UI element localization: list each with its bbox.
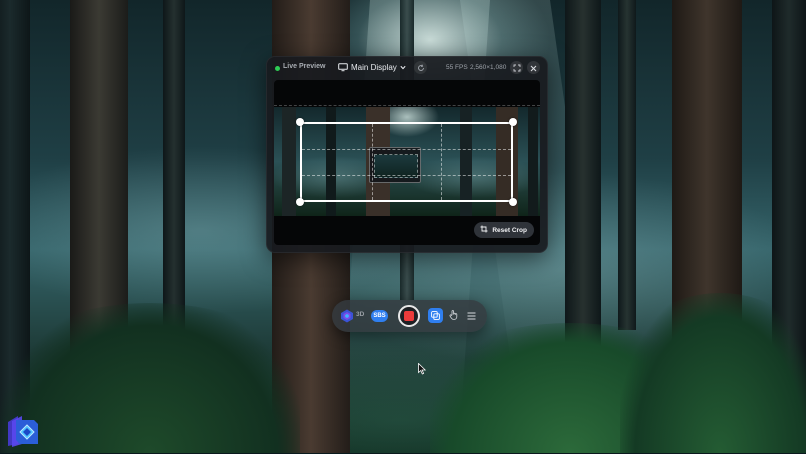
mouse-cursor-icon	[418, 362, 427, 380]
crop-gridline	[302, 174, 511, 176]
crop-handle-top-left[interactable]	[296, 118, 304, 126]
display-selector-label: Main Display	[351, 63, 397, 72]
display-selector[interactable]: Main Display	[338, 61, 406, 74]
crop-gridline	[302, 149, 511, 151]
reset-crop-label: Reset Crop	[492, 226, 527, 234]
app-logo-icon	[340, 309, 354, 323]
capture-toolbar: 3D SBS	[332, 300, 487, 332]
pointer-mode-button[interactable]	[446, 308, 461, 323]
crop-reset-icon	[480, 225, 488, 235]
undergrowth	[0, 303, 300, 453]
preview-titlebar[interactable]: Live Preview Main Display 55 FPS 2,560×1…	[267, 57, 547, 79]
reset-crop-button[interactable]: Reset Crop	[474, 222, 534, 238]
live-preview-window: Live Preview Main Display 55 FPS 2,560×1…	[266, 56, 548, 253]
expand-button[interactable]	[510, 61, 523, 74]
preview-canvas[interactable]: Reset Crop	[274, 80, 540, 245]
crop-gridline	[441, 124, 443, 200]
live-preview-label: Live Preview	[283, 63, 326, 70]
tree-trunk	[163, 0, 185, 330]
menu-button[interactable]	[464, 308, 479, 323]
crop-handle-top-right[interactable]	[509, 118, 517, 126]
mode-3d-toggle[interactable]: 3D	[356, 311, 364, 318]
expand-icon	[513, 59, 521, 77]
record-icon	[404, 311, 414, 321]
live-status-dot	[275, 66, 280, 71]
mode-sbs-toggle[interactable]: SBS	[371, 310, 388, 322]
crop-gridline	[371, 124, 373, 200]
capture-window-button[interactable]	[428, 308, 443, 323]
capture-window-icon	[431, 307, 440, 325]
crop-handle-bottom-right[interactable]	[509, 198, 517, 206]
undergrowth	[620, 293, 806, 453]
hand-pointer-icon	[449, 307, 458, 325]
chevron-down-icon	[400, 65, 406, 70]
menu-icon	[467, 307, 476, 325]
refresh-button[interactable]	[414, 61, 427, 74]
close-button[interactable]	[527, 61, 540, 74]
crop-rectangle[interactable]	[300, 122, 513, 202]
fps-readout: 55 FPS	[446, 64, 468, 71]
record-button[interactable]	[398, 305, 420, 327]
close-icon	[530, 59, 537, 77]
resolution-readout: 2,560×1,080	[470, 64, 507, 71]
tree-trunk	[618, 0, 636, 330]
crop-handle-bottom-left[interactable]	[296, 198, 304, 206]
app-logo-icon	[4, 413, 40, 449]
refresh-icon	[417, 59, 425, 77]
monitor-icon	[338, 63, 348, 72]
